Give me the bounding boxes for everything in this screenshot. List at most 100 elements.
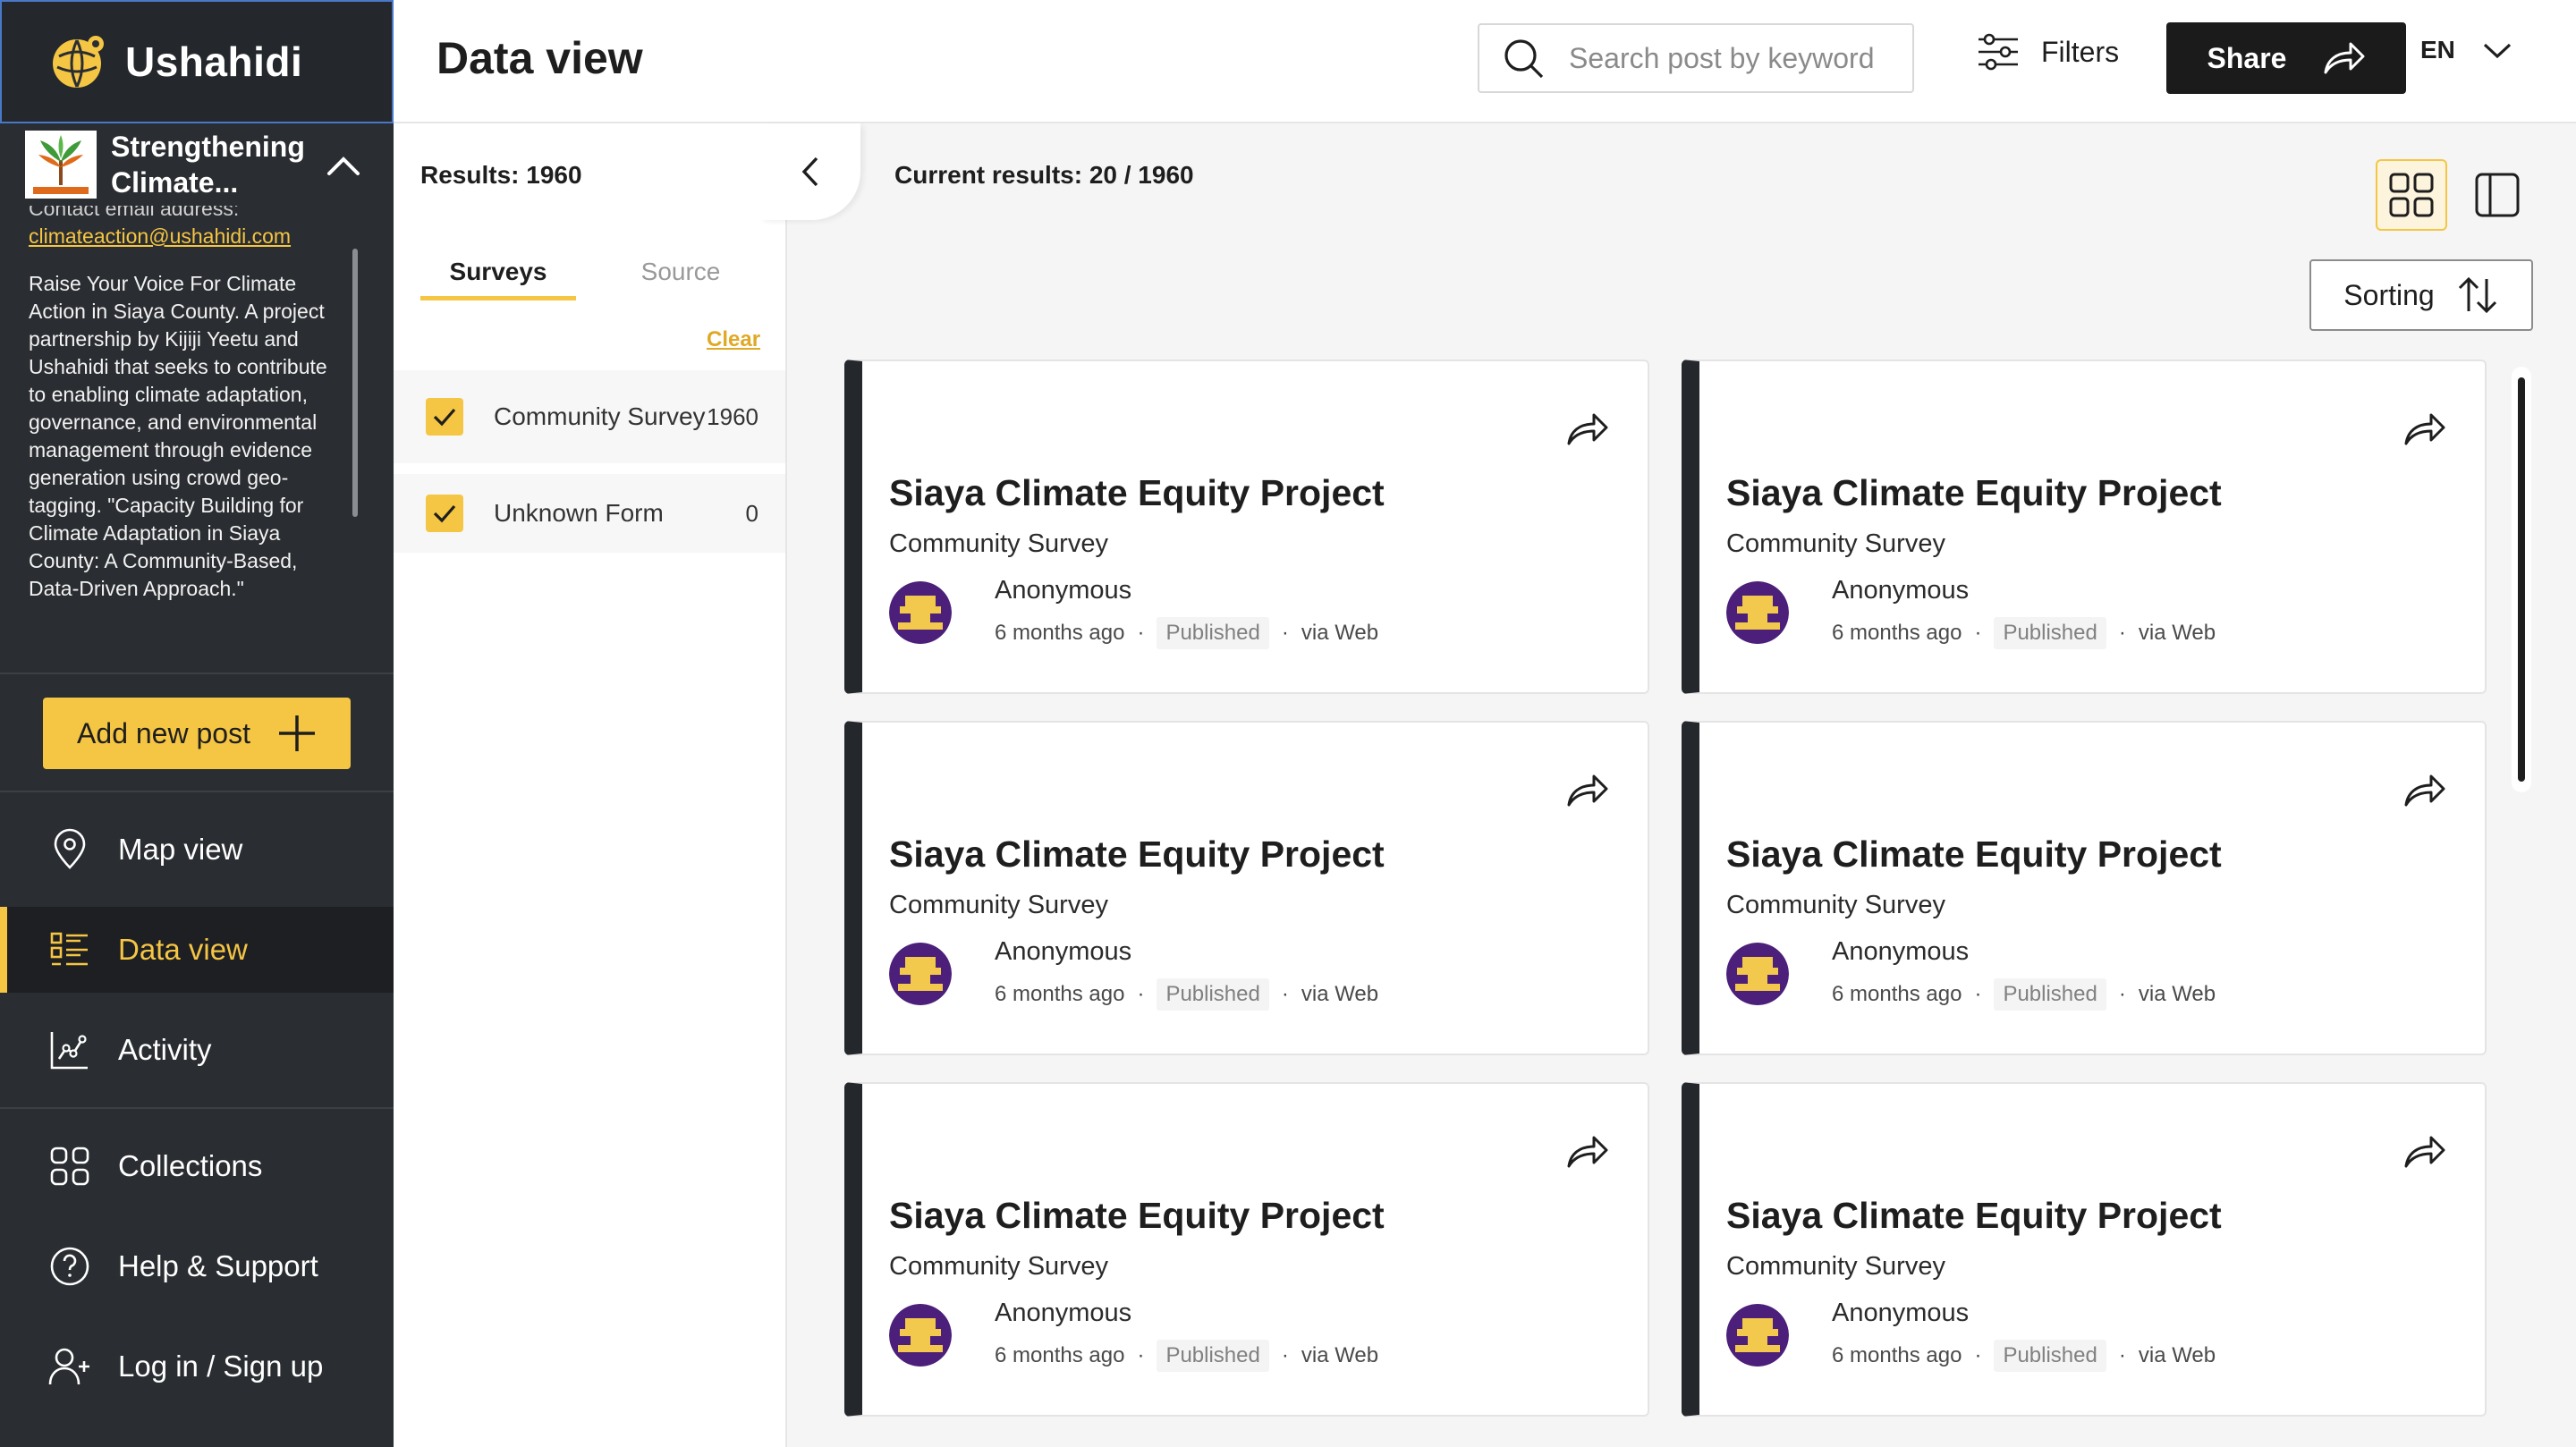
share-icon[interactable] xyxy=(1565,411,1608,447)
avatar-pattern-icon xyxy=(889,581,952,644)
current-results: Current results: 20 / 1960 xyxy=(894,161,1194,189)
sidebar-item-label: Help & Support xyxy=(118,1249,318,1282)
share-icon[interactable] xyxy=(2402,411,2445,447)
sidebar-item-collections[interactable]: Collections xyxy=(0,1123,394,1209)
split-panel-icon xyxy=(2475,173,2520,217)
filters-button[interactable]: Filters xyxy=(1977,32,2119,72)
description-scrollbar[interactable] xyxy=(352,249,358,517)
sidebar-item-map-view[interactable]: Map view xyxy=(0,807,394,893)
post-card[interactable]: Siaya Climate Equity Project Community S… xyxy=(844,721,1649,1055)
clear-filters-link[interactable]: Clear xyxy=(707,327,760,352)
collapse-panel-button[interactable] xyxy=(760,123,860,220)
filter-panel: Results: 1960 Surveys Source Clear Commu… xyxy=(394,123,787,1447)
post-card[interactable]: Siaya Climate Equity Project Community S… xyxy=(844,360,1649,694)
contact-email-link[interactable]: climateaction@ushahidi.com xyxy=(29,223,343,250)
collections-icon xyxy=(50,1147,89,1186)
ushahidi-logo-icon xyxy=(53,36,104,88)
status-badge: Published xyxy=(1994,1340,2106,1372)
status-badge: Published xyxy=(1994,978,2106,1011)
chevron-down-icon xyxy=(2483,43,2511,59)
deployment-description: Raise Your Voice For Climate Action in S… xyxy=(29,272,327,600)
share-icon[interactable] xyxy=(1565,1134,1608,1170)
post-card[interactable]: Siaya Climate Equity Project Community S… xyxy=(1682,1082,2487,1417)
post-survey-name: Community Survey xyxy=(1726,529,1945,558)
status-badge: Published xyxy=(1157,617,1269,649)
language-selector[interactable]: EN xyxy=(2420,36,2512,64)
add-user-icon xyxy=(48,1348,89,1385)
grid-view-toggle[interactable] xyxy=(2376,159,2447,231)
main-scrollbar[interactable] xyxy=(2512,367,2531,792)
survey-option-label: Community Survey xyxy=(494,402,706,430)
survey-option-count: 1960 xyxy=(707,402,758,430)
checkbox-checked[interactable] xyxy=(426,398,463,436)
sidebar-item-label: Collections xyxy=(118,1149,263,1182)
sidebar-item-label: Activity xyxy=(118,1033,212,1066)
author-avatar xyxy=(889,943,952,1005)
scrollbar-thumb[interactable] xyxy=(2518,377,2525,782)
post-source: via Web xyxy=(1301,621,1379,645)
post-source: via Web xyxy=(2138,621,2216,645)
activity-chart-icon xyxy=(50,1032,88,1070)
tab-surveys[interactable]: Surveys xyxy=(420,258,576,300)
split-view-toggle[interactable] xyxy=(2462,159,2533,231)
author-avatar xyxy=(889,1304,952,1367)
data-list-icon xyxy=(50,932,88,966)
avatar-pattern-icon xyxy=(889,943,952,1005)
sidebar-item-login-signup[interactable]: Log in / Sign up xyxy=(0,1324,394,1409)
status-badge: Published xyxy=(1994,617,2106,649)
post-time: 6 months ago xyxy=(995,982,1125,1006)
sidebar-item-activity[interactable]: Activity xyxy=(0,1007,394,1093)
status-badge: Published xyxy=(1157,978,1269,1011)
page-title: Data view xyxy=(436,33,643,83)
share-button[interactable]: Share xyxy=(2166,22,2406,94)
post-survey-name: Community Survey xyxy=(889,1252,1108,1281)
post-author: Anonymous xyxy=(1832,937,1970,966)
share-arrow-icon xyxy=(2324,42,2365,74)
sidebar: Ushahidi Strengthening Climate... Contac… xyxy=(0,0,394,1447)
author-avatar xyxy=(1726,581,1789,644)
deployment-description-block: Contact email address: climateaction@ush… xyxy=(29,195,343,603)
tab-source[interactable]: Source xyxy=(603,258,758,302)
sidebar-item-data-view[interactable]: Data view xyxy=(0,907,394,993)
add-new-post-button[interactable]: Add new post xyxy=(43,698,351,769)
post-time: 6 months ago xyxy=(1832,982,1962,1006)
post-title: Siaya Climate Equity Project xyxy=(889,1195,1385,1236)
share-icon[interactable] xyxy=(2402,773,2445,808)
post-survey-name: Community Survey xyxy=(1726,891,1945,919)
share-icon[interactable] xyxy=(1565,773,1608,808)
sorting-button[interactable]: Sorting xyxy=(2309,259,2533,331)
post-card[interactable]: Siaya Climate Equity Project Community S… xyxy=(1682,360,2487,694)
map-pin-icon xyxy=(54,828,86,869)
brand-header[interactable]: Ushahidi xyxy=(0,0,394,123)
checkmark-icon xyxy=(433,504,456,523)
share-icon[interactable] xyxy=(2402,1134,2445,1170)
sidebar-item-label: Map view xyxy=(118,833,243,866)
survey-option-unknown[interactable]: Unknown Form 0 xyxy=(394,474,785,553)
post-time: 6 months ago xyxy=(995,1343,1125,1367)
post-card[interactable]: Siaya Climate Equity Project Community S… xyxy=(844,1082,1649,1417)
search-input[interactable] xyxy=(1569,41,1891,75)
post-author: Anonymous xyxy=(995,937,1132,966)
checkmark-icon xyxy=(433,408,456,427)
post-source: via Web xyxy=(1301,1343,1379,1367)
data-view-main: Current results: 20 / 1960 Sorting Siaya… xyxy=(787,123,2576,1447)
add-new-post-label: Add new post xyxy=(77,716,250,749)
post-card[interactable]: Siaya Climate Equity Project Community S… xyxy=(1682,721,2487,1055)
checkbox-checked[interactable] xyxy=(426,495,463,532)
post-meta: 6 months ago · Published · via Web xyxy=(1832,978,2216,1011)
survey-option-community[interactable]: Community Survey 1960 xyxy=(394,370,785,463)
post-title: Siaya Climate Equity Project xyxy=(889,472,1385,513)
post-title: Siaya Climate Equity Project xyxy=(1726,834,2222,875)
post-source: via Web xyxy=(2138,982,2216,1006)
deployment-header[interactable]: Strengthening Climate... xyxy=(0,123,394,206)
chevron-up-icon[interactable] xyxy=(326,148,361,184)
avatar-pattern-icon xyxy=(889,1304,952,1367)
post-author: Anonymous xyxy=(1832,1299,1970,1327)
sidebar-item-help-support[interactable]: Help & Support xyxy=(0,1223,394,1309)
post-meta: 6 months ago · Published · via Web xyxy=(995,978,1378,1011)
survey-option-label: Unknown Form xyxy=(494,499,664,527)
search-box[interactable] xyxy=(1478,23,1914,93)
post-title: Siaya Climate Equity Project xyxy=(1726,472,2222,513)
deployment-logo xyxy=(25,131,97,199)
filters-label: Filters xyxy=(2041,35,2120,68)
